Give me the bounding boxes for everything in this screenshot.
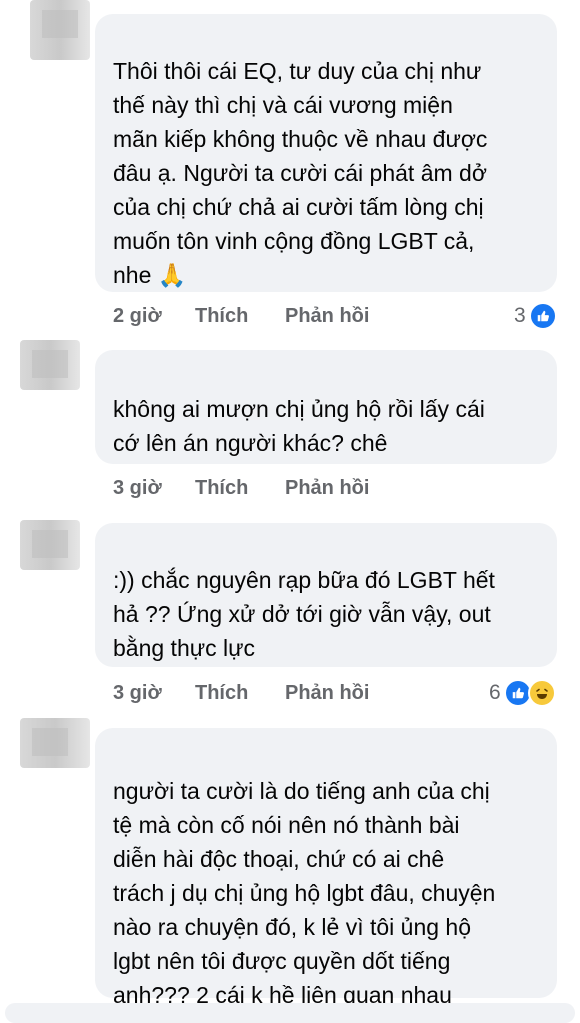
timestamp[interactable]: 3 giờ (113, 477, 195, 500)
reaction-summary[interactable]: 6 (489, 679, 556, 707)
comment-actions: 2 giờ Thích Phản hồi (113, 305, 369, 328)
comment-text: :)) chắc nguyên rạp bữa đó LGBT hết hả ?… (113, 567, 495, 661)
comment-bubble: :)) chắc nguyên rạp bữa đó LGBT hết hả ?… (95, 523, 557, 667)
comment-bubble: Thôi thôi cái EQ, tư duy của chị như thế… (95, 14, 557, 292)
avatar[interactable] (20, 520, 80, 570)
timestamp[interactable]: 3 giờ (113, 682, 195, 705)
reaction-count: 6 (489, 681, 501, 704)
comment-bubble: không ai mượn chị ủng hộ rồi lấy cái cớ … (95, 350, 557, 464)
like-button[interactable]: Thích (195, 305, 285, 328)
haha-reaction-icon (527, 679, 556, 707)
timestamp[interactable]: 2 giờ (113, 305, 195, 328)
comment-text: người ta cười là do tiếng anh của chị tệ… (113, 778, 496, 1008)
avatar[interactable] (30, 0, 90, 60)
reply-button[interactable]: Phản hồi (285, 477, 369, 500)
avatar[interactable] (20, 718, 90, 768)
avatar[interactable] (20, 340, 80, 390)
reply-button[interactable]: Phản hồi (285, 305, 369, 328)
reaction-summary[interactable]: 3 (514, 302, 557, 330)
comment-text: không ai mượn chị ủng hộ rồi lấy cái cớ … (113, 396, 485, 456)
comment-bubble-partial (5, 1003, 575, 1023)
like-reaction-icon (528, 302, 557, 330)
comment-bubble: người ta cười là do tiếng anh của chị tệ… (95, 728, 557, 1008)
comment-text: Thôi thôi cái EQ, tư duy của chị như thế… (113, 58, 488, 288)
comment-actions: 3 giờ Thích Phản hồi (113, 682, 369, 705)
comment-actions: 3 giờ Thích Phản hồi (113, 477, 369, 500)
like-button[interactable]: Thích (195, 682, 285, 705)
like-button[interactable]: Thích (195, 477, 285, 500)
reaction-count: 3 (514, 304, 526, 327)
reply-button[interactable]: Phản hồi (285, 682, 369, 705)
